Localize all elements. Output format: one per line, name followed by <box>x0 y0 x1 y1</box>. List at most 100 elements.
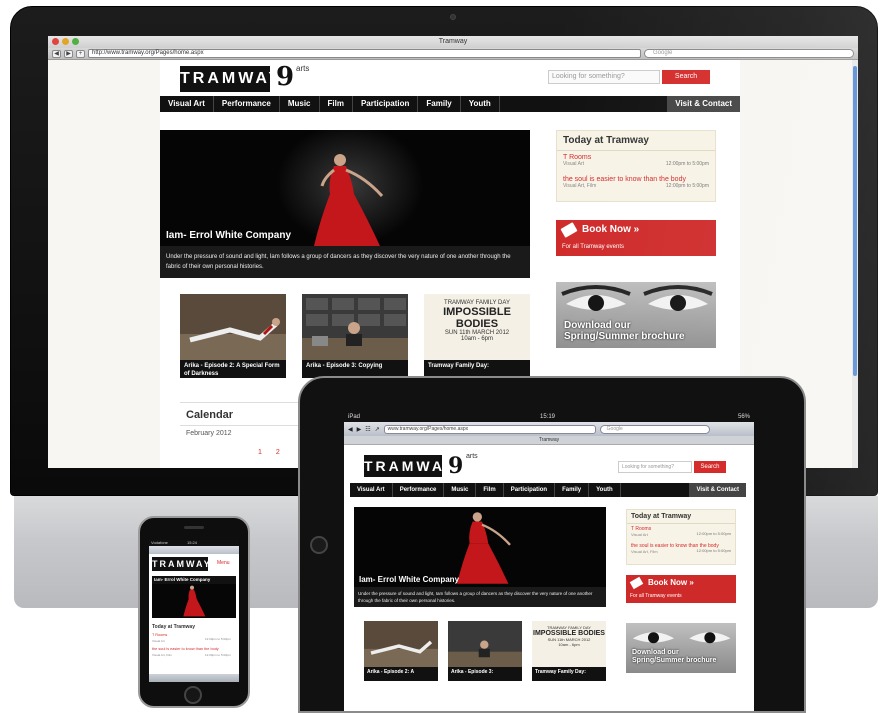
nav-visit-contact[interactable]: Visit & Contact <box>667 96 740 112</box>
hero-title[interactable]: Iam- Errol White Company <box>359 575 459 584</box>
hero-banner[interactable] <box>152 584 236 618</box>
today-event-time: 12:00pm to 5:00pm <box>665 183 709 189</box>
book-now-button[interactable]: Book Now » For all Tramway events <box>626 575 736 603</box>
today-event-name[interactable]: T Rooms <box>563 154 709 161</box>
hero-banner[interactable]: Iam- Errol White Company Under the press… <box>354 507 606 607</box>
browser-titlebar: Tramway <box>48 36 858 48</box>
event-thumbnail[interactable]: TRAMWAY FAMILY DAY IMPOSSIBLE BODIES SUN… <box>424 294 530 378</box>
today-event[interactable]: T Rooms Visual Art 12:00pm to 5:00pm <box>627 524 735 541</box>
ipad-clock: 15:19 <box>540 414 556 420</box>
logo-arts-label: arts <box>296 64 310 73</box>
bookmarks-icon[interactable]: ☷ <box>365 426 370 433</box>
back-button[interactable]: ◀ <box>52 49 61 58</box>
today-event-category: Visual Art, Film <box>152 653 172 657</box>
tramway-logo[interactable]: TRAMWAY <box>152 557 210 571</box>
add-bookmark-button[interactable]: + <box>76 49 85 58</box>
window-title: Tramway <box>438 38 468 45</box>
eyes-image <box>632 632 731 644</box>
nav-film[interactable]: Film <box>476 483 504 497</box>
nav-film[interactable]: Film <box>320 96 353 112</box>
today-event-name[interactable]: the soul is easier to know than the body <box>152 647 219 651</box>
today-event[interactable]: the soul is easier to know than the body… <box>627 541 735 558</box>
calendar-day[interactable]: 2 <box>276 449 294 456</box>
ipad-address-bar[interactable]: www.tramway.org/Pages/home.aspx <box>383 424 596 434</box>
today-event[interactable]: the soul is easier to know than the body… <box>557 173 715 195</box>
dancer-image <box>457 512 511 584</box>
brochure-text: Download our Spring/Summer brochure <box>564 320 685 342</box>
site-search-input[interactable]: Looking for something? <box>548 70 660 84</box>
minimize-window-button[interactable] <box>62 38 69 45</box>
window-controls <box>52 38 79 45</box>
nav-family[interactable]: Family <box>555 483 590 497</box>
ipad-search-field[interactable]: Google <box>599 424 710 434</box>
book-now-label: Book Now » <box>582 224 640 235</box>
thumbnail-caption: Arika - Episode 2: A Special Form of Dar… <box>180 360 286 378</box>
iphone-browser-toolbar[interactable] <box>149 674 239 682</box>
iphone-browser-bar[interactable] <box>149 546 239 554</box>
hero-title[interactable]: Iam- Errol White Company <box>166 230 291 241</box>
nav-participation[interactable]: Participation <box>353 96 419 112</box>
menu-button[interactable]: Menu <box>217 560 230 566</box>
poster-line: IMPOSSIBLE BODIES <box>533 630 605 637</box>
nav-visual-art[interactable]: Visual Art <box>350 483 393 497</box>
scrollbar-thumb[interactable] <box>853 66 857 376</box>
event-thumbnail[interactable]: TRAMWAY FAMILY DAY IMPOSSIBLE BODIES SUN… <box>532 621 606 681</box>
browser-search-field[interactable]: Google <box>644 49 854 58</box>
nav-youth[interactable]: Youth <box>589 483 621 497</box>
iphone-status-bar: Vodafone 15:24 <box>149 540 239 546</box>
forward-icon[interactable]: ▶ <box>357 426 362 433</box>
main-nav: Visual Art Performance Music Film Partic… <box>350 483 746 497</box>
poster-line: TRAMWAY FAMILY DAY <box>444 300 510 306</box>
imac-camera <box>450 14 456 20</box>
ipad-tab[interactable]: Tramway <box>344 436 754 445</box>
zoom-window-button[interactable] <box>72 38 79 45</box>
nav-music[interactable]: Music <box>280 96 320 112</box>
site-search-button[interactable]: Search <box>694 461 726 473</box>
today-event-time: 12:00pm to 5:00pm <box>696 548 731 553</box>
brochure-banner[interactable]: Download our Spring/Summer brochure <box>556 282 716 348</box>
poster-line: IMPOSSIBLE BODIES <box>443 306 511 330</box>
today-event-name[interactable]: the soul is easier to know than the body <box>563 176 709 183</box>
brochure-banner[interactable]: Download our Spring/Summer brochure <box>626 623 736 673</box>
today-event[interactable]: T Rooms Visual Art 12:00pm to 5:00pm <box>557 151 715 173</box>
iphone-screen: Vodafone 15:24 TRAMWAY Menu Iam- Errol W… <box>149 540 239 682</box>
event-thumbnail[interactable]: Arika - Episode 2: A <box>364 621 438 681</box>
brochure-line1: Download our <box>564 320 631 331</box>
share-icon[interactable]: ↗ <box>375 426 380 433</box>
nav-visit-contact[interactable]: Visit & Contact <box>689 483 746 497</box>
iphone-home-button[interactable] <box>184 686 202 704</box>
back-icon[interactable]: ◀ <box>348 426 353 433</box>
nav-visual-art[interactable]: Visual Art <box>160 96 214 112</box>
scrollbar[interactable] <box>852 60 858 468</box>
nav-performance[interactable]: Performance <box>214 96 280 112</box>
nav-participation[interactable]: Participation <box>504 483 556 497</box>
thumbnail-caption: Arika - Episode 2: A <box>364 667 438 681</box>
site-search-input[interactable]: Looking for something? <box>618 461 692 473</box>
today-event-name[interactable]: T Rooms <box>152 633 167 637</box>
event-thumbnail[interactable]: Arika - Episode 2: A Special Form of Dar… <box>180 294 286 378</box>
calendar-day[interactable]: 1 <box>258 449 276 456</box>
poster-line: TRAMWAY FAMILY DAY <box>547 625 591 630</box>
hero-title[interactable]: Iam- Errol White Company <box>152 576 236 584</box>
hero-banner[interactable]: Iam- Errol White Company Under the press… <box>160 130 530 278</box>
ipad-home-button[interactable] <box>310 536 328 554</box>
calendar-month: February 2012 <box>186 430 232 437</box>
close-window-button[interactable] <box>52 38 59 45</box>
tramway-logo[interactable]: TRAMWAY <box>180 66 279 92</box>
forward-button[interactable]: ▶ <box>64 49 73 58</box>
ipad-status-bar: iPad 15:19 56% <box>344 412 754 422</box>
nav-family[interactable]: Family <box>418 96 461 112</box>
nav-youth[interactable]: Youth <box>461 96 500 112</box>
tramway-logo[interactable]: TRAMWAY <box>364 455 453 477</box>
calendar-heading: Calendar <box>180 403 300 426</box>
nav-performance[interactable]: Performance <box>393 483 445 497</box>
nav-music[interactable]: Music <box>444 483 477 497</box>
event-thumbnail[interactable]: Arika - Episode 3: Copying <box>302 294 408 378</box>
site-search-button[interactable]: Search <box>662 70 710 84</box>
address-bar[interactable]: http://www.tramway.org/Pages/home.aspx <box>88 49 641 58</box>
ipad-browser-toolbar: ◀ ▶ ☷ ↗ www.tramway.org/Pages/home.aspx … <box>344 422 754 436</box>
book-now-subtitle: For all Tramway events <box>630 593 682 599</box>
event-thumbnail[interactable]: Arika - Episode 3: <box>448 621 522 681</box>
book-now-button[interactable]: Book Now » For all Tramway events <box>556 220 716 256</box>
brochure-line2: Spring/Summer brochure <box>564 331 685 342</box>
